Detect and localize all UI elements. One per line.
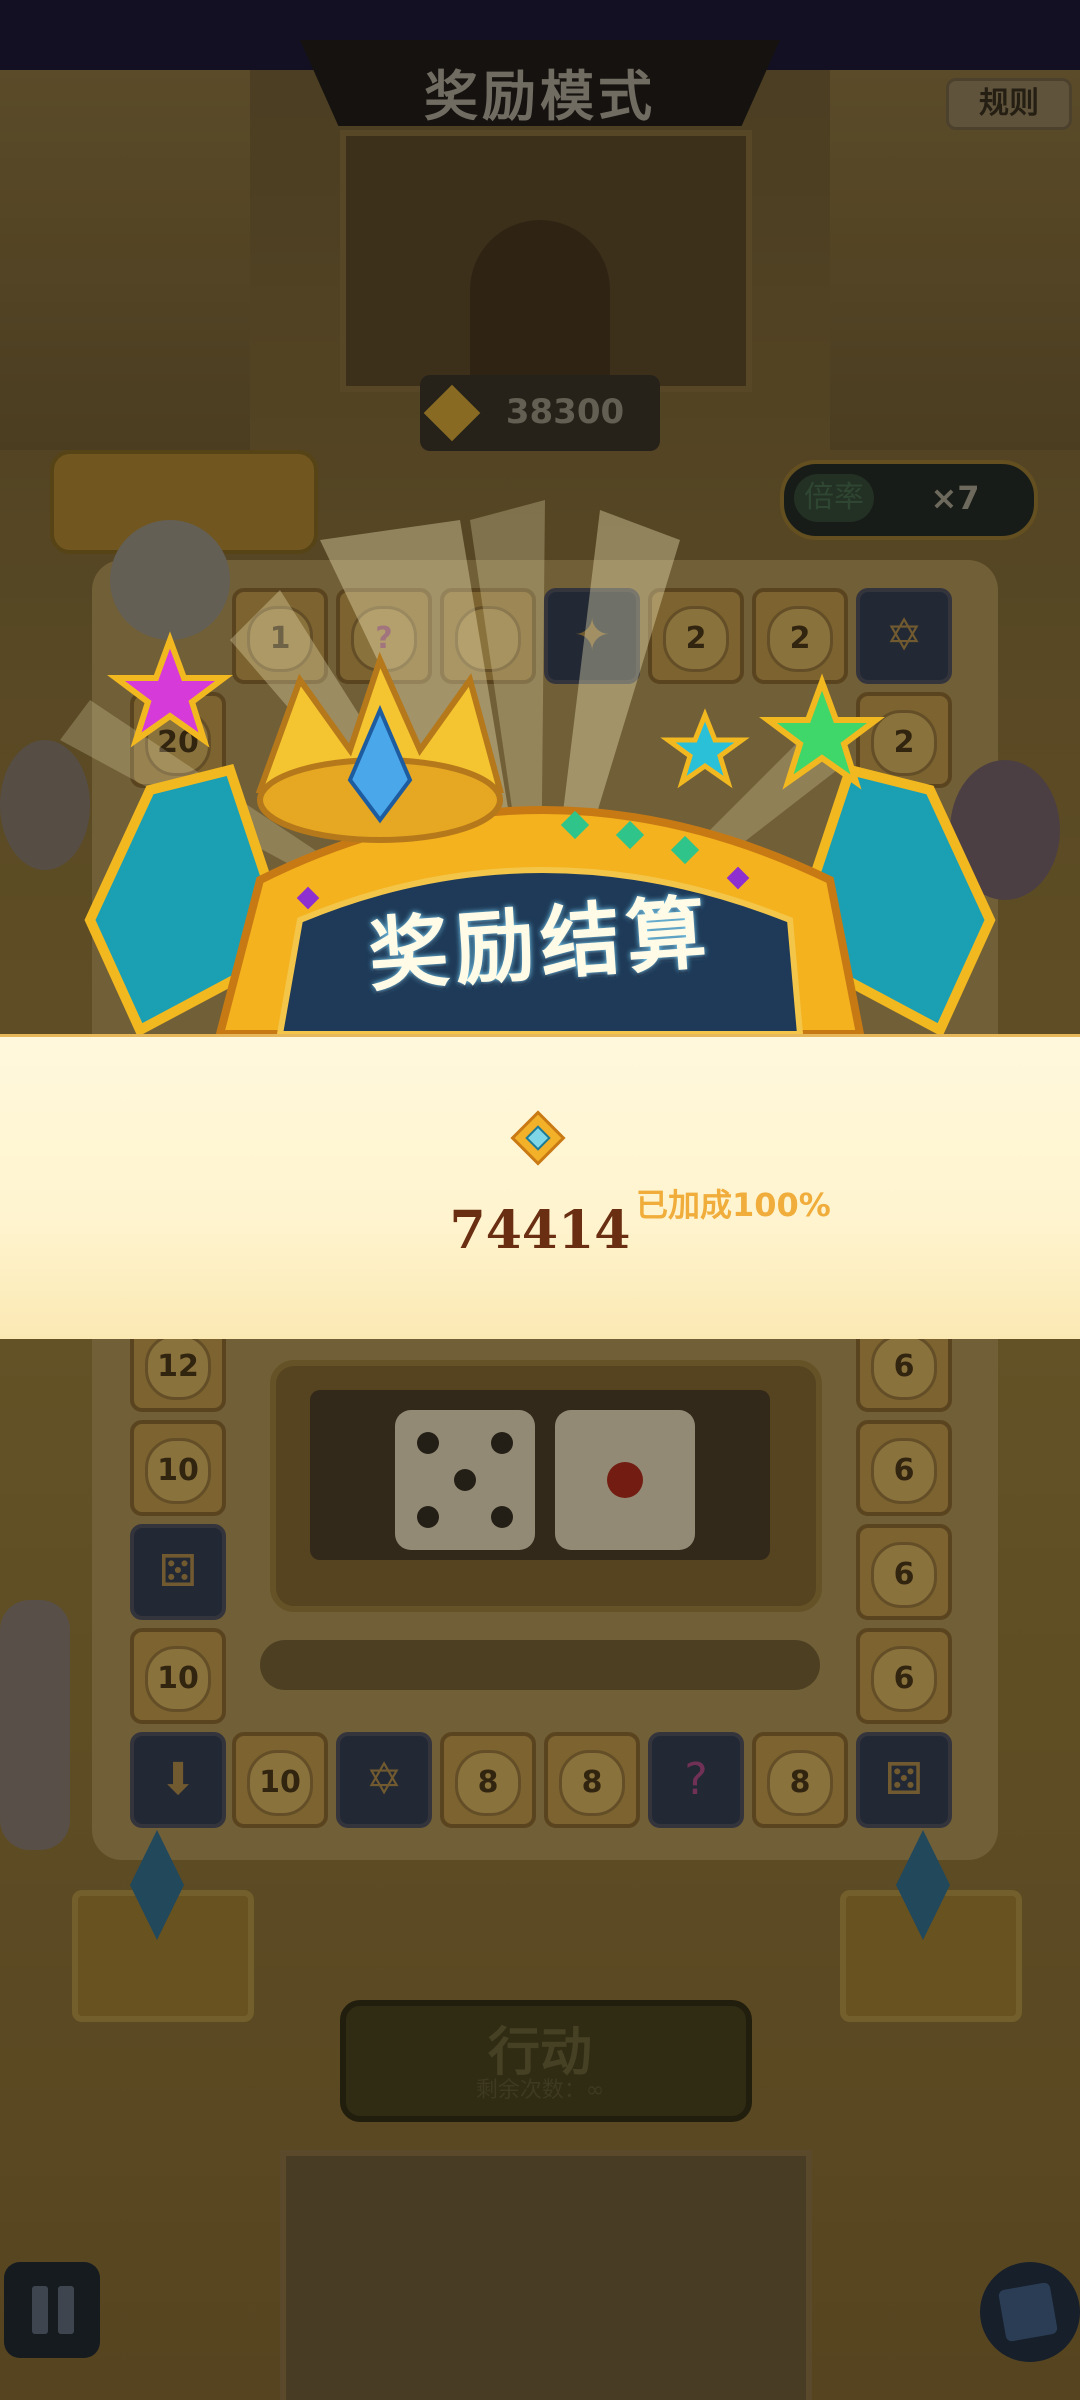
reward-amount: 74414 xyxy=(449,1200,631,1261)
reward-result-panel xyxy=(0,1034,1080,1339)
star-icon xyxy=(660,708,750,789)
gem-icon xyxy=(510,1110,566,1166)
star-icon xyxy=(759,673,885,790)
star-icon xyxy=(107,631,233,748)
bonus-text: 已加成100% xyxy=(636,1186,831,1224)
